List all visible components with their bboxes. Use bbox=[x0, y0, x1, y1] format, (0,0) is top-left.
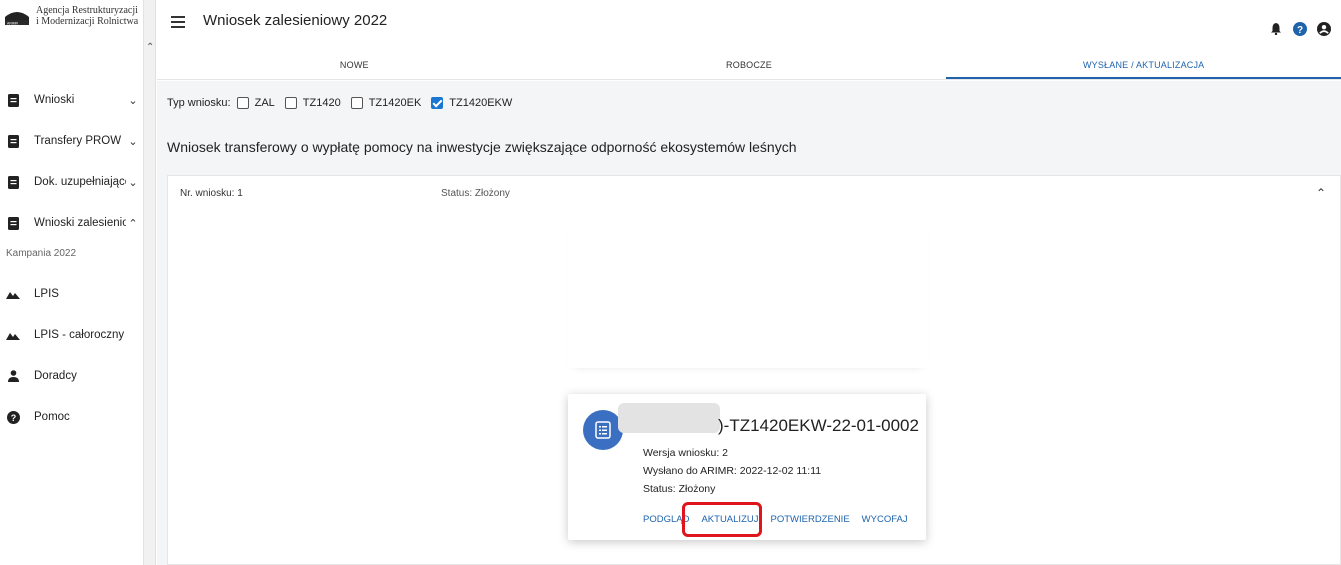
checkbox-box-checked[interactable] bbox=[431, 97, 444, 109]
sidebar-item-label: Pomoc bbox=[34, 411, 70, 423]
checkbox-box[interactable] bbox=[350, 97, 363, 109]
document-icon bbox=[6, 216, 20, 230]
checkbox-zal[interactable]: ZAL bbox=[236, 97, 275, 109]
checkbox-label: TZ1420EK bbox=[368, 97, 422, 109]
redacted-block bbox=[618, 403, 720, 433]
svg-text:?: ? bbox=[10, 413, 16, 423]
chevron-down-icon: ⌄ bbox=[128, 135, 138, 148]
top-bar: Wniosek zalesieniowy 2022 ? bbox=[157, 0, 1341, 50]
document-list-icon bbox=[583, 410, 623, 450]
sidebar: ARiMR Agencja Restrukturyzacji i Moderni… bbox=[0, 0, 144, 565]
person-icon bbox=[6, 369, 20, 383]
panel-header[interactable]: Nr. wniosku: 1 Status: Złożony ⌃ bbox=[168, 176, 1340, 208]
application-card-status: Status: Złożony bbox=[643, 483, 716, 495]
application-status: Status: Złożony bbox=[441, 188, 510, 199]
application-type-filter: Typ wniosku: ZAL TZ1420 TZ1420EK TZ1420E… bbox=[167, 97, 522, 109]
chevron-down-icon: ⌄ bbox=[128, 94, 138, 107]
sidebar-scrollbar[interactable]: ⌃ bbox=[144, 0, 156, 565]
tab-nowe[interactable]: NOWE bbox=[157, 52, 552, 79]
chevron-up-icon: ⌃ bbox=[128, 217, 138, 230]
sidebar-item-label: LPIS bbox=[34, 288, 59, 300]
withdraw-button[interactable]: WYCOFAJ bbox=[862, 514, 908, 525]
checkbox-tz1420[interactable]: TZ1420 bbox=[284, 97, 341, 109]
tab-robocze[interactable]: ROBOCZE bbox=[552, 52, 947, 79]
checkbox-box[interactable] bbox=[236, 97, 249, 109]
sidebar-item-dok-uzupelniajace[interactable]: Dok. uzupełniające ⌄ bbox=[0, 172, 144, 192]
checkbox-box[interactable] bbox=[284, 97, 297, 109]
chevron-up-icon[interactable]: ⌃ bbox=[1316, 186, 1326, 200]
document-icon bbox=[6, 134, 20, 148]
sidebar-subitem-kampania[interactable]: Kampania 2022 bbox=[6, 248, 76, 259]
checkbox-tz1420ek[interactable]: TZ1420EK bbox=[350, 97, 422, 109]
sidebar-item-label: Dok. uzupełniające bbox=[34, 176, 126, 188]
sidebar-item-label: LPIS - całoroczny bbox=[34, 329, 125, 341]
document-icon bbox=[6, 175, 20, 189]
application-id: )-TZ1420EKW-22-01-0002 bbox=[718, 416, 919, 435]
mountain-icon bbox=[6, 287, 20, 301]
sidebar-item-label: Wnioski bbox=[34, 94, 75, 106]
bell-icon[interactable] bbox=[1269, 22, 1283, 36]
tabs: NOWE ROBOCZE WYSŁANE / AKTUALIZACJA bbox=[157, 52, 1341, 80]
application-number: Nr. wniosku: 1 bbox=[180, 188, 243, 199]
sidebar-item-doradcy[interactable]: Doradcy bbox=[0, 366, 144, 386]
document-icon bbox=[6, 93, 20, 107]
sidebar-item-label: Transfery PROW bbox=[34, 135, 122, 147]
sidebar-item-transfery-prow[interactable]: Transfery PROW ⌄ bbox=[0, 131, 144, 151]
sidebar-item-label: Doradcy bbox=[34, 370, 77, 382]
sidebar-item-wnioski-zalesieniowe[interactable]: Wnioski zalesieniowe ⌃ bbox=[0, 213, 144, 233]
empty-area bbox=[568, 218, 928, 368]
logo: ARiMR Agencja Restrukturyzacji i Moderni… bbox=[4, 4, 144, 40]
checkbox-tz1420ekw[interactable]: TZ1420EKW bbox=[431, 97, 512, 109]
hamburger-menu-icon[interactable] bbox=[171, 16, 185, 28]
confirmation-button[interactable]: POTWIERDZENIE bbox=[770, 514, 849, 525]
sidebar-item-wnioski[interactable]: Wnioski ⌄ bbox=[0, 90, 144, 110]
application-version: Wersja wniosku: 2 bbox=[643, 447, 729, 459]
section-title: Wniosek transferowy o wypłatę pomocy na … bbox=[167, 139, 797, 155]
sidebar-item-label: Wnioski zalesieniowe bbox=[34, 217, 126, 229]
logo-line-2: i Modernizacji Rolnictwa bbox=[36, 16, 139, 27]
mountain-icon bbox=[6, 328, 20, 342]
application-sent-date: Wysłano do ARIMR: 2022-12-02 11:11 bbox=[643, 465, 822, 477]
svg-text:ARiMR: ARiMR bbox=[7, 21, 19, 25]
highlight-annotation bbox=[682, 502, 762, 537]
svg-text:?: ? bbox=[1297, 25, 1303, 36]
account-icon[interactable] bbox=[1317, 22, 1331, 36]
checkbox-label: ZAL bbox=[254, 97, 275, 109]
checkbox-label: TZ1420 bbox=[302, 97, 341, 109]
logo-line-1: Agencja Restrukturyzacji bbox=[36, 5, 138, 16]
sidebar-item-lpis-caloroczny[interactable]: LPIS - całoroczny bbox=[0, 325, 144, 345]
sidebar-item-pomoc[interactable]: ? Pomoc bbox=[0, 407, 144, 427]
tab-wyslane-aktualizacja[interactable]: WYSŁANE / AKTUALIZACJA bbox=[946, 52, 1341, 79]
sidebar-item-lpis[interactable]: LPIS bbox=[0, 284, 144, 304]
help-icon: ? bbox=[6, 410, 20, 424]
filter-label: Typ wniosku: bbox=[167, 97, 231, 109]
arimr-logo-icon: ARiMR bbox=[4, 6, 30, 26]
scroll-up-icon[interactable]: ⌃ bbox=[146, 42, 154, 53]
help-icon[interactable]: ? bbox=[1293, 22, 1307, 36]
checkbox-label: TZ1420EKW bbox=[449, 97, 513, 109]
page-title: Wniosek zalesieniowy 2022 bbox=[203, 12, 388, 29]
chevron-down-icon: ⌄ bbox=[128, 176, 138, 189]
